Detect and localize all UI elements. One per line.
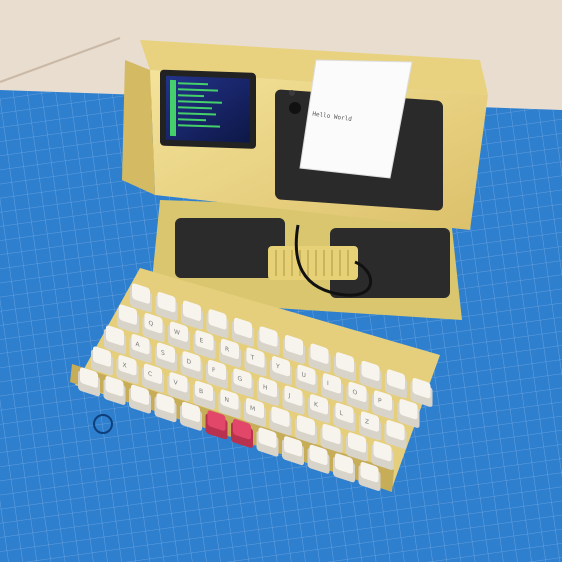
keycap-legend: E — [199, 337, 203, 345]
keycap-legend: L — [339, 409, 343, 417]
photo-scene: Hello World QWERTYUIOPASDFGHJKLZXCVBNM — [0, 0, 562, 562]
lcd-screen — [166, 75, 250, 143]
keycap-legend: B — [199, 387, 203, 395]
keycap-legend: S — [161, 349, 165, 357]
keycap-legend: I — [327, 380, 329, 387]
keycap-legend: N — [225, 396, 229, 404]
keycap-legend: Z — [365, 418, 369, 426]
keycap-legend: P — [378, 397, 382, 405]
printer-button — [289, 102, 301, 114]
keycap-legend: F — [212, 366, 216, 374]
keycap-legend: C — [148, 370, 152, 378]
keycap-legend: U — [302, 371, 306, 379]
keycap-legend: J — [288, 392, 291, 400]
